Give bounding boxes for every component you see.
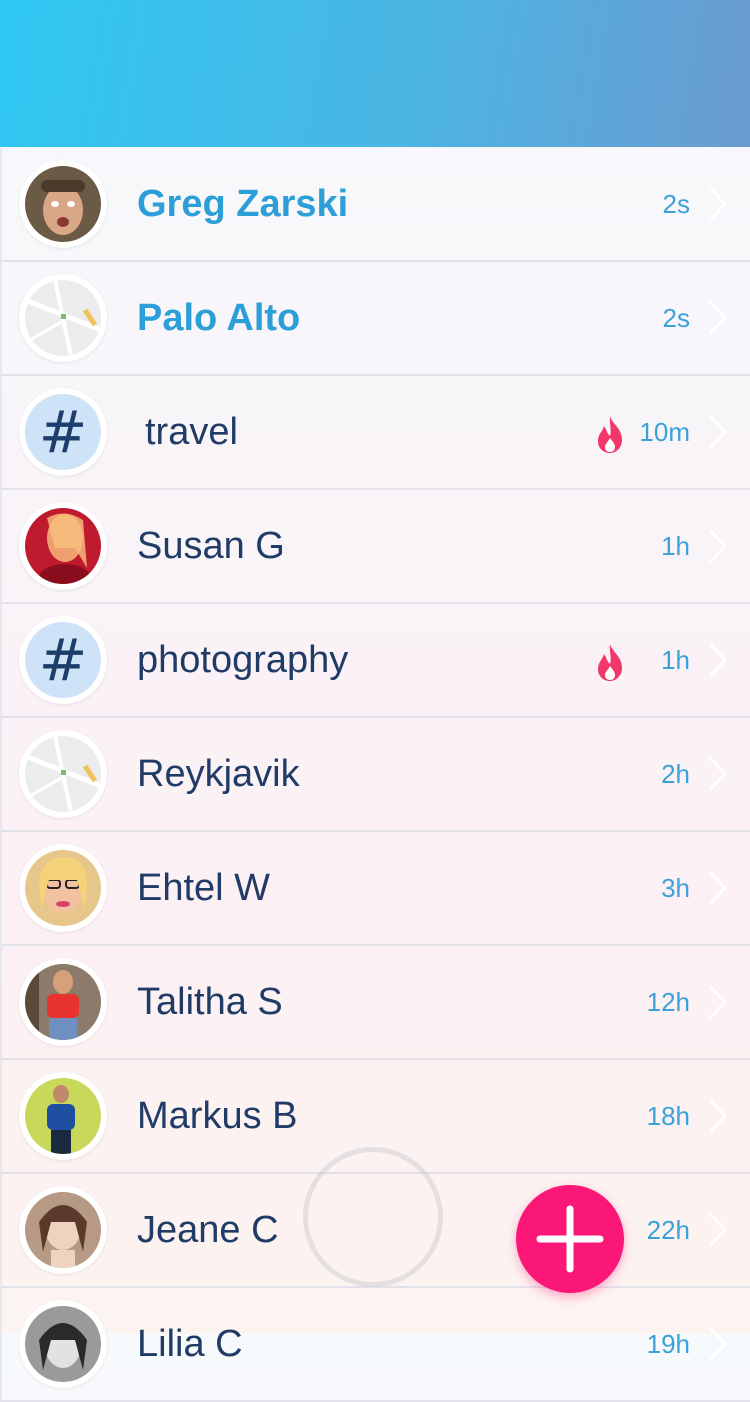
avatar [19, 274, 107, 362]
conversation-name: photography [137, 639, 349, 681]
conversation-time: 22h [646, 1215, 690, 1245]
avatar [19, 502, 107, 590]
avatar [19, 1186, 107, 1274]
conversation-time: 1h [661, 645, 690, 675]
conversation-name: Markus B [137, 1095, 298, 1137]
hashtag-icon: # [25, 394, 101, 470]
person-avatar-icon [25, 1306, 101, 1382]
conversation-row-lilia-c[interactable]: Lilia C 19h [0, 1288, 750, 1402]
chevron-right-icon [709, 985, 727, 1019]
person-avatar-icon [25, 1192, 101, 1268]
avatar: # [19, 388, 107, 476]
chevron-right-icon [709, 415, 727, 449]
conversation-time: 3h [661, 873, 690, 903]
conversation-name: Reykjavik [137, 753, 300, 795]
avatar [19, 1300, 107, 1388]
person-avatar-icon [25, 964, 101, 1040]
avatar [19, 844, 107, 932]
conversation-time: 1h [661, 531, 690, 561]
flame-icon [598, 644, 622, 681]
conversation-time: 2h [661, 759, 690, 789]
header-bar [0, 0, 750, 147]
conversation-time: 2s [662, 303, 690, 333]
conversation-time: 18h [646, 1101, 690, 1131]
hashtag-icon: # [25, 622, 101, 698]
person-avatar-icon [25, 166, 101, 242]
chevron-right-icon [709, 187, 727, 221]
conversation-row-reykjavik[interactable]: Reykjavik 2h [0, 718, 750, 832]
person-avatar-icon [25, 1078, 101, 1154]
chevron-right-icon [709, 1099, 727, 1133]
conversation-name: Lilia C [137, 1323, 243, 1365]
conversation-row-photography[interactable]: # photography 1h [0, 604, 750, 718]
map-thumbnail-icon [25, 280, 101, 356]
chevron-right-icon [709, 529, 727, 563]
chevron-right-icon [709, 301, 727, 335]
conversation-name: Palo Alto [137, 297, 301, 339]
conversation-row-greg-zarski[interactable]: Greg Zarski 2s [0, 148, 750, 262]
chevron-right-icon [709, 1213, 727, 1247]
avatar [19, 1072, 107, 1160]
chevron-right-icon [709, 1327, 727, 1361]
conversation-row-talitha-s[interactable]: Talitha S 12h [0, 946, 750, 1060]
conversation-name: Ehtel W [137, 867, 271, 909]
chevron-right-icon [709, 871, 727, 905]
conversation-name: travel [145, 411, 238, 453]
conversation-time: 19h [646, 1329, 690, 1359]
conversation-name: Susan G [137, 525, 285, 567]
conversation-row-susan-g[interactable]: Susan G 1h [0, 490, 750, 604]
conversation-row-palo-alto[interactable]: Palo Alto 2s [0, 262, 750, 376]
avatar: # [19, 616, 107, 704]
conversation-time: 10m [639, 417, 690, 447]
conversation-name: Greg Zarski [137, 183, 349, 225]
new-conversation-button[interactable] [516, 1185, 624, 1293]
conversation-name: Talitha S [137, 981, 283, 1023]
conversation-row-ehtel-w[interactable]: Ehtel W 3h [0, 832, 750, 946]
chevron-right-icon [709, 757, 727, 791]
conversation-time: 12h [646, 987, 690, 1017]
avatar [19, 160, 107, 248]
plus-icon [536, 1205, 604, 1273]
chevron-right-icon [709, 643, 727, 677]
person-avatar-icon [25, 508, 101, 584]
avatar [19, 730, 107, 818]
conversation-time: 2s [662, 189, 690, 219]
flame-icon [598, 416, 622, 453]
home-indicator-ring[interactable] [303, 1147, 443, 1287]
map-thumbnail-icon [25, 736, 101, 812]
conversation-row-travel[interactable]: # travel 10m [0, 376, 750, 490]
person-avatar-icon [25, 850, 101, 926]
conversation-name: Jeane C [137, 1209, 279, 1251]
avatar [19, 958, 107, 1046]
